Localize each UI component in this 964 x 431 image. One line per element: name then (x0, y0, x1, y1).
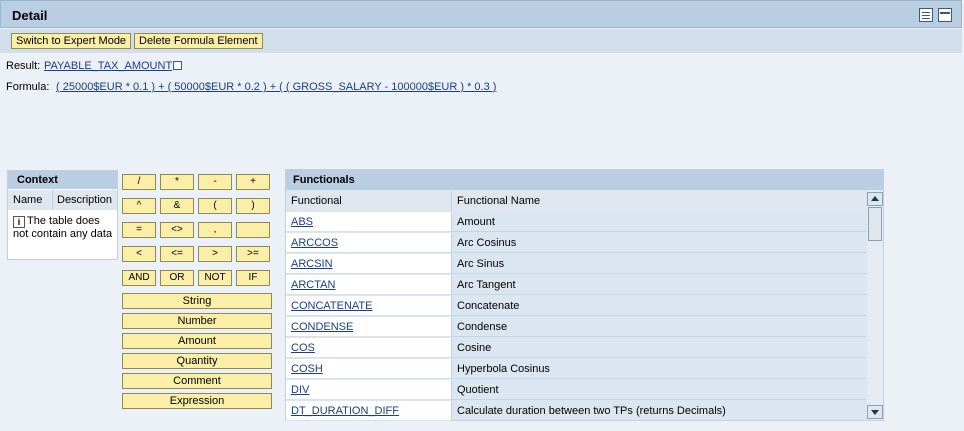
table-row[interactable]: CONCATENATE Concatenate (286, 296, 866, 317)
toolbar: Switch to Expert Mode Delete Formula Ele… (0, 29, 962, 53)
scroll-up-button[interactable] (867, 192, 883, 206)
delete-formula-element-button[interactable]: Delete Formula Element (134, 33, 263, 49)
context-col-name[interactable]: Name (8, 190, 53, 210)
personalize-icon[interactable] (919, 8, 933, 22)
functional-link[interactable]: COSH (291, 363, 323, 375)
operator-button[interactable]: >= (236, 246, 270, 262)
functional-link[interactable]: CONDENSE (291, 321, 353, 333)
functional-link[interactable]: DIV (291, 384, 309, 396)
functional-cell: CONDENSE (286, 317, 451, 337)
context-title: Context (8, 171, 117, 189)
operator-button[interactable]: = (122, 222, 156, 238)
operator-button[interactable]: <= (160, 246, 194, 262)
table-row[interactable]: COS Cosine (286, 338, 866, 359)
switch-expert-mode-button[interactable]: Switch to Expert Mode (11, 33, 132, 49)
table-row[interactable]: ARCCOS Arc Cosinus (286, 233, 866, 254)
functionals-col-functional[interactable]: Functional (286, 191, 451, 211)
functional-name-cell: Condense (451, 317, 866, 337)
functional-link[interactable]: CONCATENATE (291, 300, 373, 312)
functional-link[interactable]: ARCTAN (291, 279, 335, 291)
formula-label: Formula: (6, 81, 50, 93)
collapse-icon[interactable] (938, 8, 952, 22)
operator-button[interactable]: / (122, 174, 156, 190)
operator-button[interactable]: & (160, 198, 194, 214)
operator-button[interactable] (236, 222, 270, 238)
context-panel: Context Name Description i The table does… (7, 170, 118, 260)
table-row[interactable]: ARCSIN Arc Sinus (286, 254, 866, 275)
table-row[interactable]: ABS Amount (286, 212, 866, 233)
value-type-button[interactable]: Expression (122, 393, 272, 409)
operator-button[interactable]: ( (198, 198, 232, 214)
value-type-button[interactable]: Amount (122, 333, 272, 349)
operator-button[interactable]: * (160, 174, 194, 190)
value-type-button[interactable]: Number (122, 313, 272, 329)
table-row[interactable]: ARCTAN Arc Tangent (286, 275, 866, 296)
context-empty-text: The table does not contain any data (13, 215, 113, 240)
scroll-thumb[interactable] (868, 207, 882, 241)
functional-cell: ARCTAN (286, 275, 451, 295)
functional-cell: COSH (286, 359, 451, 379)
functional-name-cell: Arc Sinus (451, 254, 866, 274)
functional-name-cell: Arc Tangent (451, 275, 866, 295)
value-type-button[interactable]: String (122, 293, 272, 309)
value-help-icon[interactable] (173, 61, 182, 70)
functional-link[interactable]: ABS (291, 216, 313, 228)
functional-cell: ARCCOS (286, 233, 451, 253)
functional-cell: COS (286, 338, 451, 358)
operator-button[interactable]: > (198, 246, 232, 262)
functionals-title: Functionals (286, 170, 883, 190)
table-row[interactable]: DT_DURATION_DIFF Calculate duration betwe… (286, 401, 866, 422)
context-empty-message: i The table does not contain any data (13, 215, 113, 241)
functional-name-cell: Cosine (451, 338, 866, 358)
scroll-down-button[interactable] (867, 405, 883, 419)
operator-button[interactable]: AND (122, 270, 156, 286)
functionals-col-name[interactable]: Functional Name (451, 191, 866, 211)
functional-name-cell: Quotient (451, 380, 866, 400)
info-icon: i (13, 216, 25, 228)
value-type-button[interactable]: Quantity (122, 353, 272, 369)
formula-link[interactable]: ( 25000$EUR * 0.1 ) + ( 50000$EUR * 0.2 … (56, 81, 496, 93)
table-row[interactable]: CONDENSE Condense (286, 317, 866, 338)
operator-button[interactable]: < (122, 246, 156, 262)
operator-button[interactable]: , (198, 222, 232, 238)
functional-name-cell: Hyperbola Cosinus (451, 359, 866, 379)
page-title: Detail (12, 8, 48, 23)
operator-button[interactable]: + (236, 174, 270, 190)
functional-cell: ARCSIN (286, 254, 451, 274)
functional-name-cell: Calculate duration between two TPs (retu… (451, 401, 866, 421)
operator-button[interactable]: OR (160, 270, 194, 286)
context-col-description[interactable]: Description (53, 190, 117, 210)
functional-cell: CONCATENATE (286, 296, 451, 316)
result-link[interactable]: PAYABLE_TAX_AMOUNT (44, 60, 172, 72)
detail-header: Detail (0, 0, 962, 28)
operator-button[interactable]: <> (160, 222, 194, 238)
functional-cell: ABS (286, 212, 451, 232)
operator-button[interactable]: IF (236, 270, 270, 286)
operator-button[interactable]: ) (236, 198, 270, 214)
functional-cell: DIV (286, 380, 451, 400)
functionals-panel: Functionals Functional Functional Name A… (285, 169, 884, 421)
value-type-button[interactable]: Comment (122, 373, 272, 389)
operator-button[interactable]: - (198, 174, 232, 190)
operator-button[interactable]: NOT (198, 270, 232, 286)
arrow-down-icon (871, 410, 879, 415)
table-row[interactable]: COSH Hyperbola Cosinus (286, 359, 866, 380)
result-label: Result: (6, 60, 41, 72)
operator-button[interactable]: ^ (122, 198, 156, 214)
functional-link[interactable]: COS (291, 342, 315, 354)
functional-name-cell: Arc Cosinus (451, 233, 866, 253)
functional-link[interactable]: ARCSIN (291, 258, 333, 270)
functional-name-cell: Concatenate (451, 296, 866, 316)
functional-name-cell: Amount (451, 212, 866, 232)
functional-link[interactable]: ARCCOS (291, 237, 338, 249)
functional-cell: DT_DURATION_DIFF (286, 401, 451, 421)
arrow-up-icon (871, 196, 879, 201)
functional-link[interactable]: DT_DURATION_DIFF (291, 405, 399, 417)
table-row[interactable]: DIV Quotient (286, 380, 866, 401)
functionals-scrollbar[interactable] (867, 191, 883, 420)
